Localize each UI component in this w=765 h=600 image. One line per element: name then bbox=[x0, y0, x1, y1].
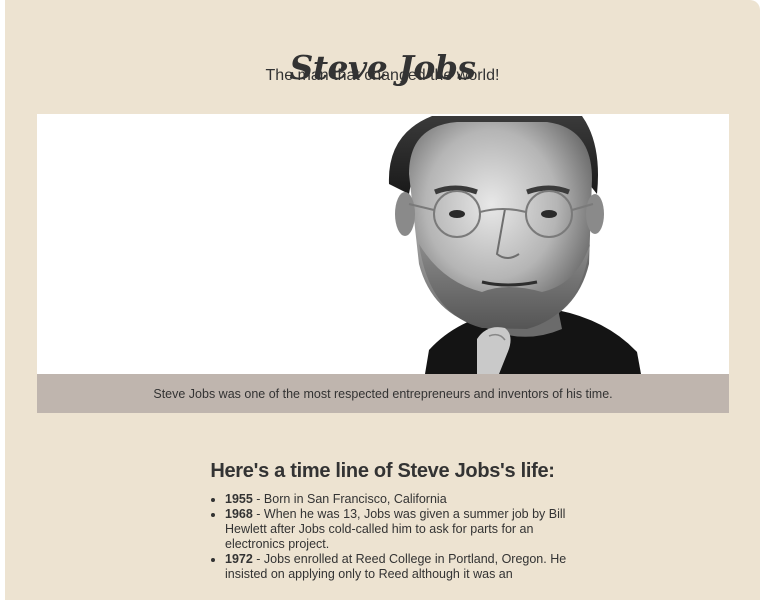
portrait-figure: Steve Jobs was one of the most respected… bbox=[37, 114, 729, 413]
portrait-illustration bbox=[37, 114, 729, 374]
timeline-year: 1968 bbox=[225, 507, 253, 521]
timeline-heading: Here's a time line of Steve Jobs's life: bbox=[210, 459, 555, 482]
portrait-image bbox=[37, 114, 729, 374]
timeline-list: 1955 - Born in San Francisco, California… bbox=[207, 492, 575, 582]
timeline-text: - Born in San Francisco, California bbox=[252, 492, 447, 506]
list-item: 1955 - Born in San Francisco, California bbox=[225, 492, 575, 507]
timeline-text: - Jobs enrolled at Reed College in Portl… bbox=[225, 552, 567, 581]
page-subtitle: The man that changed the world! bbox=[265, 67, 500, 84]
list-item: 1972 - Jobs enrolled at Reed College in … bbox=[225, 552, 575, 582]
portrait-caption: Steve Jobs was one of the most respected… bbox=[37, 374, 729, 413]
page-container: Steve Jobs The man that changed the worl… bbox=[5, 0, 760, 600]
timeline-year: 1972 bbox=[225, 552, 253, 566]
timeline-text: - When he was 13, Jobs was given a summe… bbox=[225, 507, 566, 551]
list-item: 1968 - When he was 13, Jobs was given a … bbox=[225, 507, 575, 552]
timeline-year: 1955 bbox=[225, 492, 253, 506]
